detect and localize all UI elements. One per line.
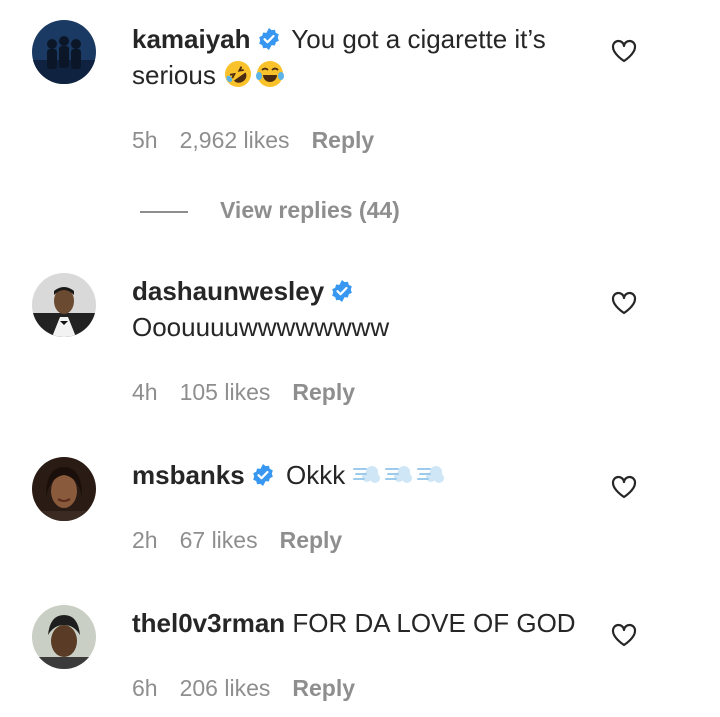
like-count[interactable]: 206 likes xyxy=(180,675,271,701)
dashing-away-icon xyxy=(384,459,414,489)
comment-body: Ooouuuuwwwwwwww xyxy=(132,312,390,342)
heart-outline-icon[interactable] xyxy=(611,623,637,647)
comment-meta: 6h 206 likes Reply xyxy=(132,673,377,703)
comment-text: kamaiyah You got a cigarette it’s seriou… xyxy=(132,21,592,93)
heart-outline-icon[interactable] xyxy=(611,39,637,63)
comment-text: dashaunwesley Ooouuuuwwwwwwww xyxy=(132,273,592,345)
comment-meta: 5h 2,962 likes Reply xyxy=(132,125,396,155)
dashing-away-icon xyxy=(416,459,446,489)
tears-of-joy-icon xyxy=(255,59,285,89)
comment-body: FOR DA LOVE OF GOD xyxy=(292,608,576,638)
comment-text: msbanks Okkk xyxy=(132,457,592,493)
username[interactable]: thel0v3rman xyxy=(132,608,285,638)
timestamp: 6h xyxy=(132,675,158,701)
divider xyxy=(140,210,188,213)
comment-text: thel0v3rman FOR DA LOVE OF GOD xyxy=(132,605,592,641)
like-count[interactable]: 2,962 likes xyxy=(180,127,290,153)
dashing-away-icon xyxy=(352,459,382,489)
reply-button[interactable]: Reply xyxy=(280,527,343,553)
avatar[interactable] xyxy=(32,20,96,84)
heart-outline-icon[interactable] xyxy=(611,291,637,315)
avatar[interactable] xyxy=(32,605,96,669)
like-count[interactable]: 105 likes xyxy=(180,379,271,405)
verified-badge-icon xyxy=(251,463,275,487)
comment-body: Okkk xyxy=(285,460,346,490)
avatar[interactable] xyxy=(32,457,96,521)
timestamp: 2h xyxy=(132,527,158,553)
verified-badge-icon xyxy=(257,27,281,51)
timestamp: 4h xyxy=(132,379,158,405)
reply-button[interactable]: Reply xyxy=(312,127,375,153)
rolling-on-floor-laughing-icon xyxy=(223,59,253,89)
like-count[interactable]: 67 likes xyxy=(180,527,258,553)
view-replies-label: View replies (44) xyxy=(220,197,400,223)
verified-badge-icon xyxy=(330,279,354,303)
view-replies-button[interactable]: View replies (44) xyxy=(140,194,400,226)
username[interactable]: kamaiyah xyxy=(132,24,251,54)
comment-meta: 2h 67 likes Reply xyxy=(132,525,364,555)
username[interactable]: dashaunwesley xyxy=(132,276,324,306)
timestamp: 5h xyxy=(132,127,158,153)
reply-button[interactable]: Reply xyxy=(292,675,355,701)
reply-button[interactable]: Reply xyxy=(292,379,355,405)
avatar[interactable] xyxy=(32,273,96,337)
comment-meta: 4h 105 likes Reply xyxy=(132,377,377,407)
username[interactable]: msbanks xyxy=(132,460,245,490)
heart-outline-icon[interactable] xyxy=(611,475,637,499)
